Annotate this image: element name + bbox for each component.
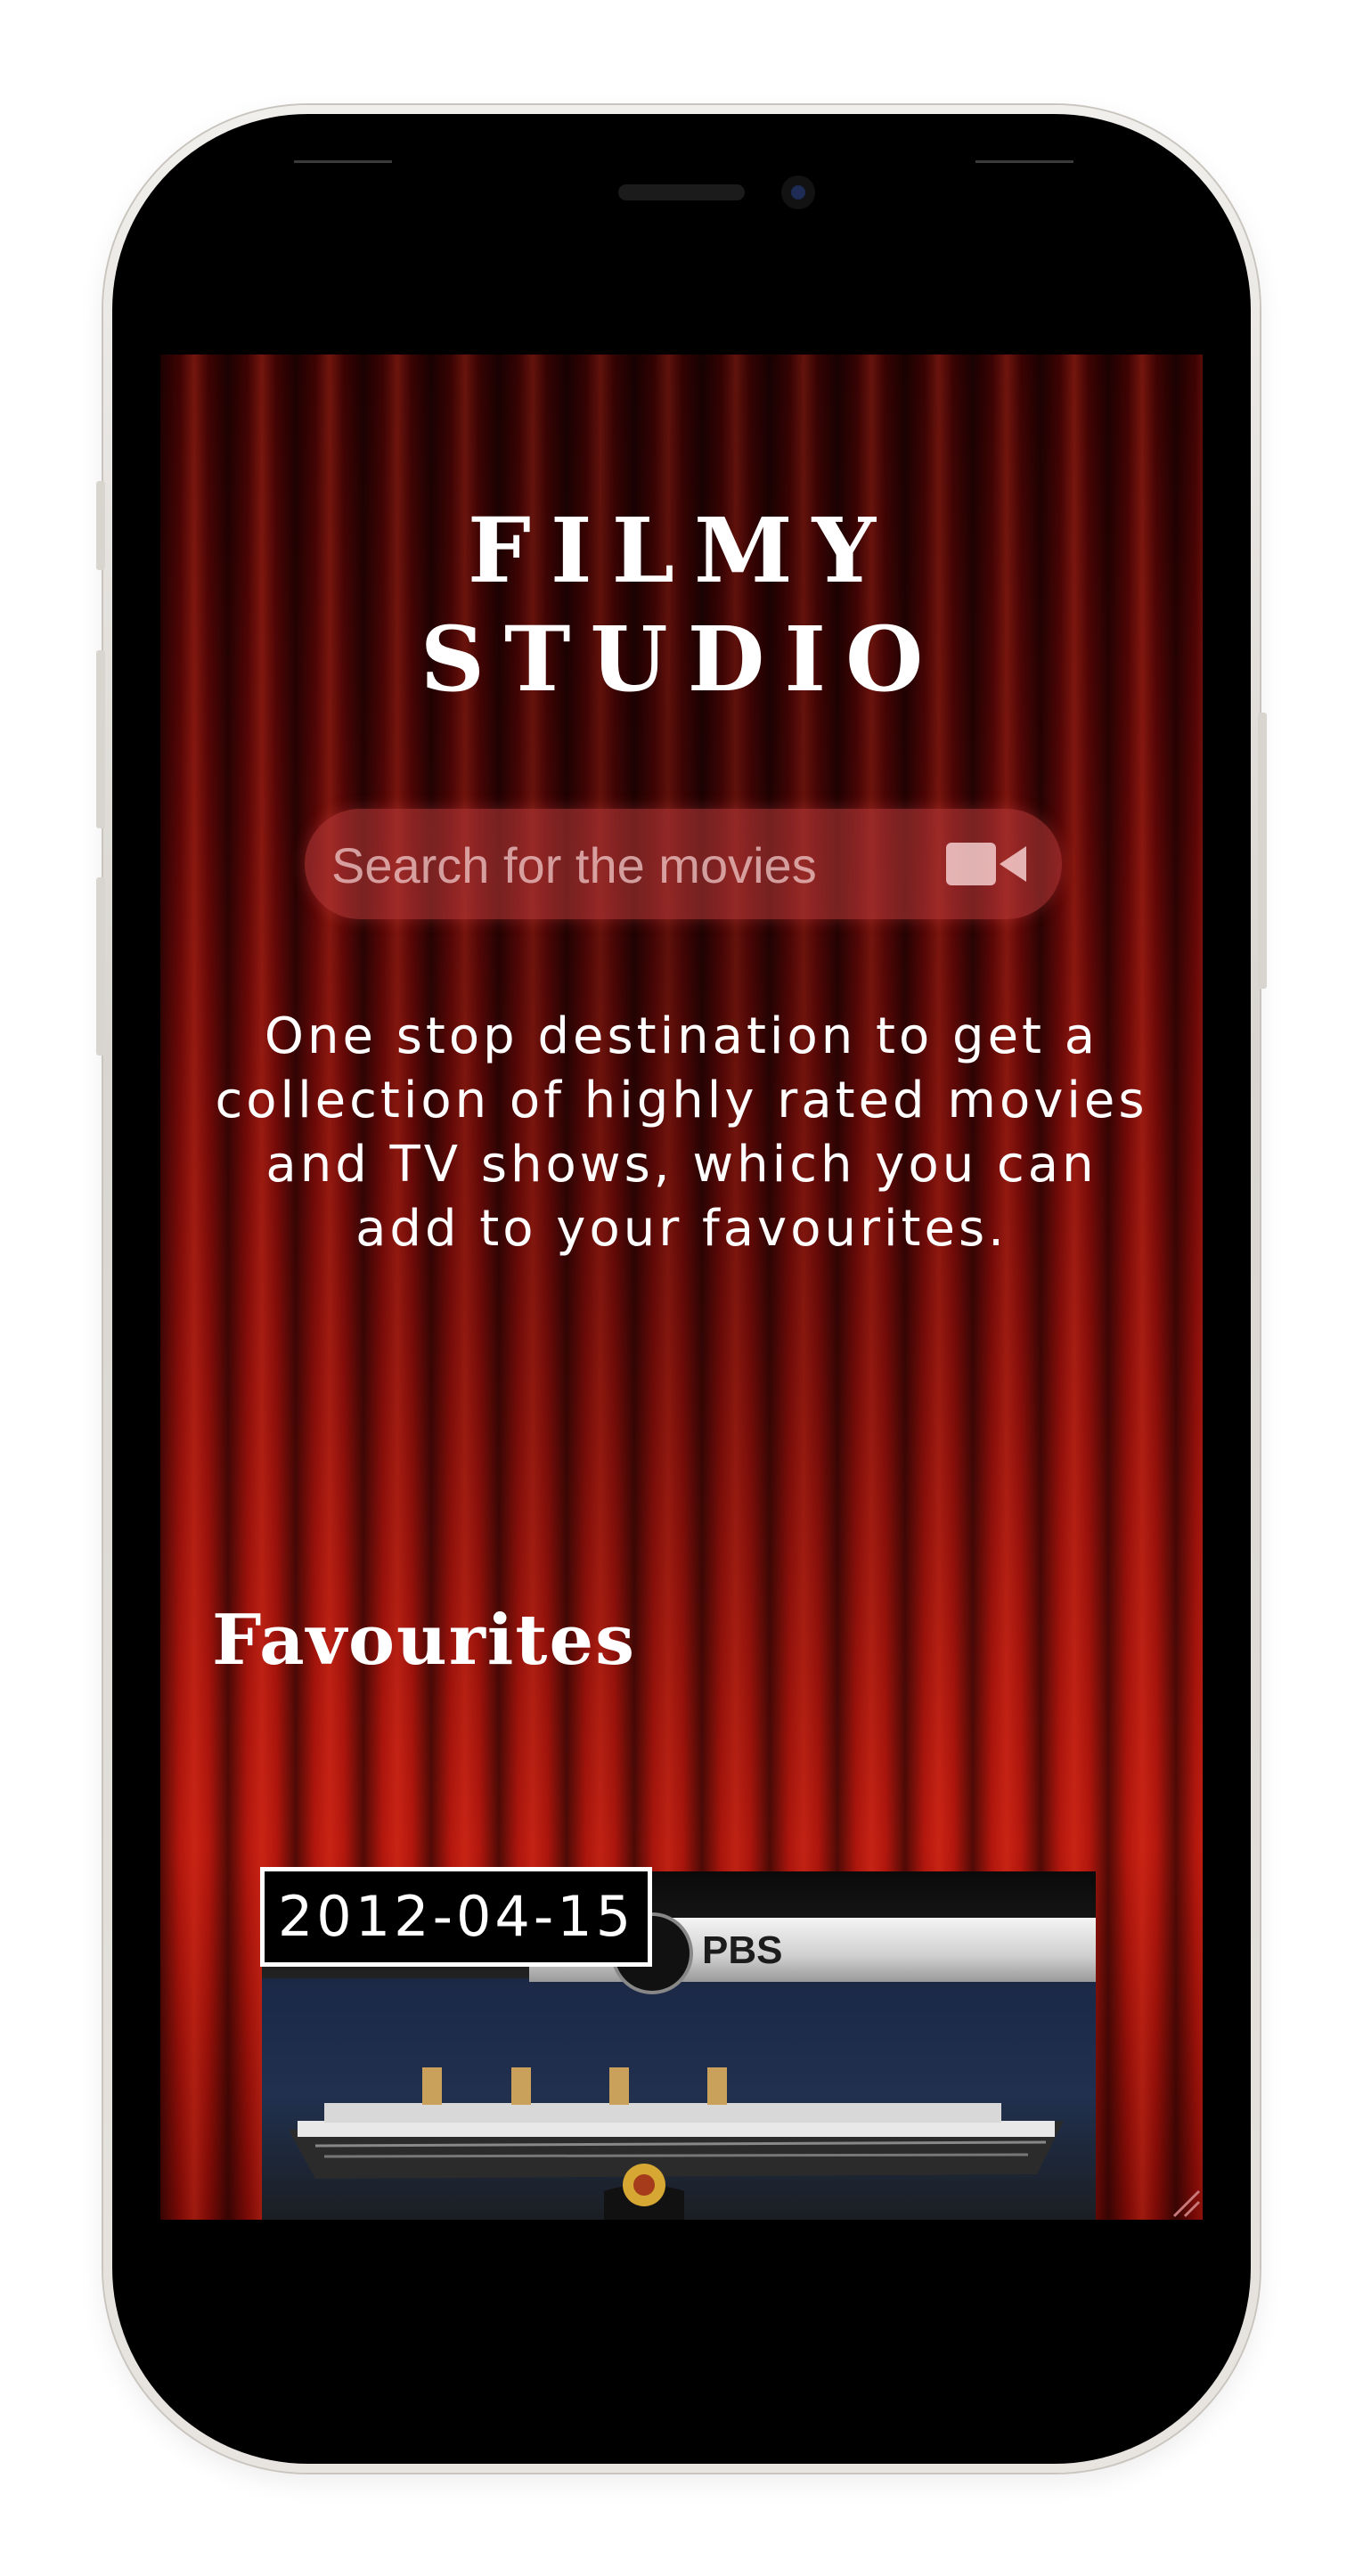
release-date-badge: 2012-04-15 <box>260 1867 652 1967</box>
search-bar <box>305 809 1062 919</box>
search-input[interactable] <box>330 827 903 903</box>
app-screen: FILMY STUDIO One stop destination to get… <box>160 355 1203 2220</box>
power-button <box>1258 713 1267 989</box>
mute-switch <box>96 481 105 570</box>
crest-icon <box>604 2164 684 2220</box>
resize-handle-icon[interactable] <box>1165 2182 1201 2218</box>
favourites-heading: Favourites <box>212 1600 637 1681</box>
antenna-line <box>975 160 1073 163</box>
video-camera-icon[interactable] <box>946 843 1028 885</box>
antenna-line <box>294 160 392 163</box>
earpiece-speaker <box>618 184 745 200</box>
app-title-line2: STUDIO <box>420 607 943 712</box>
tagline-text: One stop destination to get a collection… <box>215 1007 1148 1258</box>
network-label: PBS <box>702 1928 783 1972</box>
front-camera <box>781 175 815 209</box>
app-title-line1: FILMY <box>467 498 896 603</box>
volume-up-button <box>96 650 105 828</box>
volume-down-button <box>96 877 105 1056</box>
